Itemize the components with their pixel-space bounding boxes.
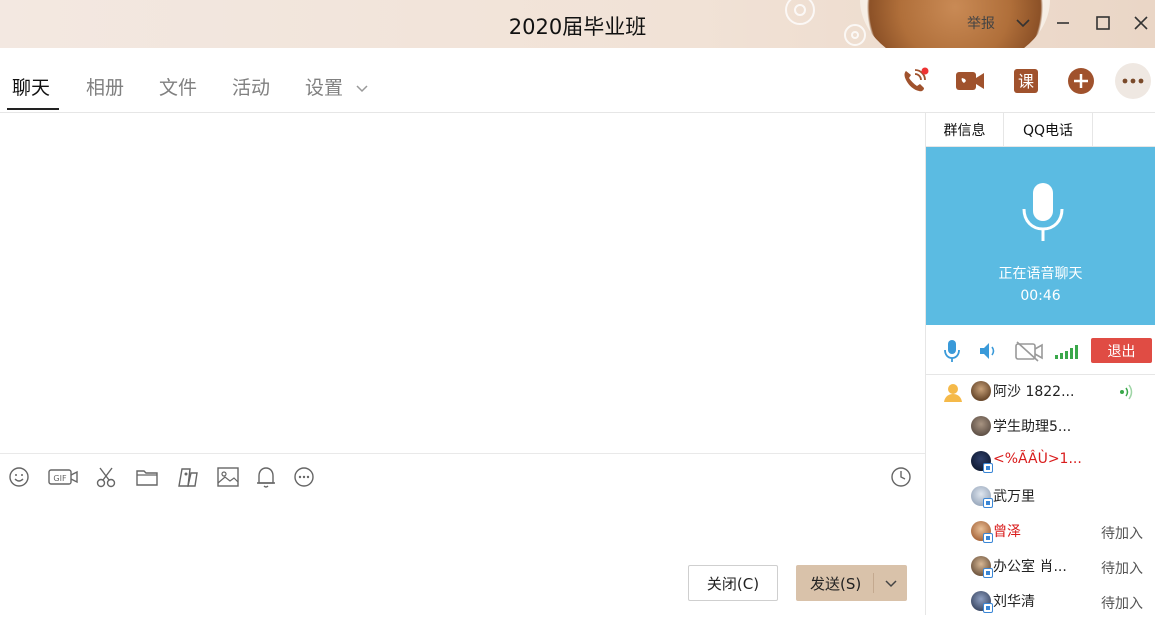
member-name: 曾泽 [993, 524, 1021, 540]
emoji-icon[interactable] [6, 464, 32, 490]
send-button[interactable]: 发送(S) [796, 565, 907, 601]
side-tab-bar: 群信息 QQ电话 [926, 113, 1155, 147]
course-glyph: 课 [1018, 72, 1034, 91]
microphone-icon[interactable] [942, 339, 962, 367]
member-status: 待加入 [1101, 596, 1143, 612]
member-row[interactable]: <%ÃÂÙ>1... [926, 445, 1155, 480]
member-status: 待加入 [1101, 561, 1143, 577]
chevron-down-icon [356, 84, 368, 92]
member-name: 武万里 [993, 489, 1035, 505]
member-row[interactable]: 武万里 [926, 480, 1155, 515]
device-badge-icon [983, 603, 993, 613]
member-name: 学生助理5... [993, 419, 1072, 435]
avatar [971, 381, 991, 401]
member-row[interactable]: 曾泽 待加入 [926, 515, 1155, 550]
speaking-icon [1119, 383, 1135, 405]
tab-album[interactable]: 相册 [86, 73, 124, 100]
active-tab-indicator [7, 108, 59, 110]
image-file-icon[interactable] [175, 464, 201, 490]
tab-bar: 聊天 相册 文件 活动 设置 课 [0, 48, 1155, 113]
gif-icon[interactable]: GIF [47, 464, 79, 490]
tab-settings-label: 设置 [305, 77, 344, 99]
voice-chat-panel: 正在语音聊天 00:46 [926, 147, 1155, 325]
member-row[interactable]: 办公室 肖... 待加入 [926, 550, 1155, 585]
bell-icon[interactable] [253, 464, 279, 490]
call-controls: 退出 [926, 325, 1155, 375]
device-badge-icon [983, 498, 993, 508]
voice-status-text: 正在语音聊天 [998, 266, 1083, 282]
add-icon[interactable] [1063, 63, 1099, 99]
scissors-icon[interactable] [93, 464, 119, 490]
member-name: 办公室 肖... [993, 559, 1067, 575]
tab-group-info[interactable]: 群信息 [926, 113, 1004, 147]
signal-strength-icon [1054, 344, 1080, 363]
svg-text:GIF: GIF [53, 474, 67, 483]
composer: GIF 关闭(C) 发送(S) [0, 453, 925, 615]
folder-icon[interactable] [134, 464, 160, 490]
course-icon[interactable]: 课 [1008, 63, 1044, 99]
more-icon[interactable] [1115, 63, 1151, 99]
close-icon[interactable] [1130, 12, 1152, 34]
title-bar: 2020届毕业班 举报 [0, 0, 1155, 48]
member-name: 阿沙 1822... [993, 384, 1075, 400]
voice-duration: 00:46 [1020, 288, 1061, 304]
phone-call-icon[interactable] [896, 63, 932, 99]
member-row[interactable]: 学生助理5... [926, 410, 1155, 445]
maximize-icon[interactable] [1092, 12, 1114, 34]
side-panel: 群信息 QQ电话 正在语音聊天 00:46 退出 阿沙 1822... 学生助理… [926, 113, 1155, 615]
speaker-icon[interactable] [977, 340, 999, 366]
report-link[interactable]: 举报 [964, 12, 998, 34]
video-call-icon[interactable] [952, 63, 988, 99]
member-name: <%ÃÂÙ>1... [993, 451, 1082, 467]
image-icon[interactable] [215, 464, 241, 490]
send-split-divider [873, 573, 874, 593]
clock-icon[interactable] [888, 464, 914, 490]
tab-settings[interactable]: 设置 [305, 73, 369, 100]
member-name: 刘华清 [993, 594, 1035, 610]
close-button[interactable]: 关闭(C) [688, 565, 778, 601]
camera-off-icon[interactable] [1014, 340, 1044, 366]
minimize-icon[interactable] [1052, 12, 1074, 34]
chevron-down-icon[interactable] [1012, 12, 1034, 34]
avatar [971, 416, 991, 436]
host-user-icon [942, 381, 964, 407]
member-status: 待加入 [1101, 526, 1143, 542]
member-row[interactable]: 阿沙 1822... [926, 375, 1155, 410]
tab-files[interactable]: 文件 [159, 73, 197, 100]
send-button-label: 发送(S) [810, 574, 862, 593]
tab-activity[interactable]: 活动 [232, 73, 270, 100]
exit-call-button[interactable]: 退出 [1091, 338, 1152, 363]
tab-qq-call[interactable]: QQ电话 [1004, 113, 1093, 147]
device-badge-icon [983, 463, 993, 473]
microphone-icon [1022, 183, 1064, 241]
chevron-down-icon[interactable] [883, 573, 899, 597]
device-badge-icon [983, 568, 993, 578]
device-badge-icon [983, 533, 993, 543]
message-list[interactable] [0, 113, 925, 453]
more-circle-icon[interactable] [291, 464, 317, 490]
tab-chat[interactable]: 聊天 [12, 73, 50, 100]
